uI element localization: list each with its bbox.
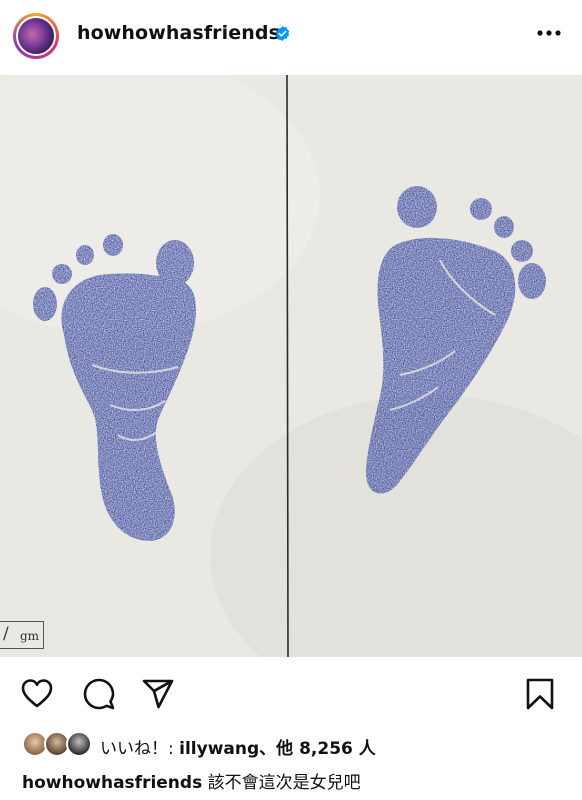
bookmark-icon[interactable] [523, 677, 557, 711]
caption-username[interactable]: howhowhasfriends [22, 773, 202, 793]
post-header: howhowhasfriends [0, 0, 582, 75]
likes-separator: 、 [259, 739, 277, 759]
weight-unit: gm [20, 629, 40, 643]
post-caption: howhowhasfriends 該不會這次是女兒吧 [22, 768, 361, 793]
likes-summary[interactable]: いいね！: illywang、他 8,256 人 [22, 730, 582, 760]
likes-count[interactable]: 他 8,256 人 [276, 739, 376, 759]
caption-text: 該不會這次是女兒吧 [202, 773, 361, 793]
footprints-image [0, 75, 582, 657]
more-horizontal-icon[interactable] [534, 22, 564, 44]
likes-user[interactable]: illywang [179, 739, 259, 759]
heart-icon[interactable] [20, 677, 54, 711]
fold-line [286, 75, 289, 657]
comment-icon[interactable] [82, 677, 116, 711]
avatar-story-ring[interactable] [13, 13, 59, 59]
instagram-post: howhowhasfriends / gm いいね！: illywang、他 8… [0, 0, 582, 800]
likes-prefix: いいね！: [100, 739, 180, 759]
send-icon[interactable] [141, 677, 175, 711]
liker-avatar[interactable] [66, 731, 92, 757]
post-photo[interactable]: / gm [0, 75, 582, 657]
avatar[interactable] [16, 16, 56, 56]
post-actions [0, 657, 582, 727]
likes-text[interactable]: いいね！: illywang、他 8,256 人 [100, 734, 376, 759]
weight-stamp: / gm [0, 621, 44, 649]
verified-badge-icon [275, 26, 290, 41]
post-username[interactable]: howhowhasfriends [77, 22, 280, 44]
